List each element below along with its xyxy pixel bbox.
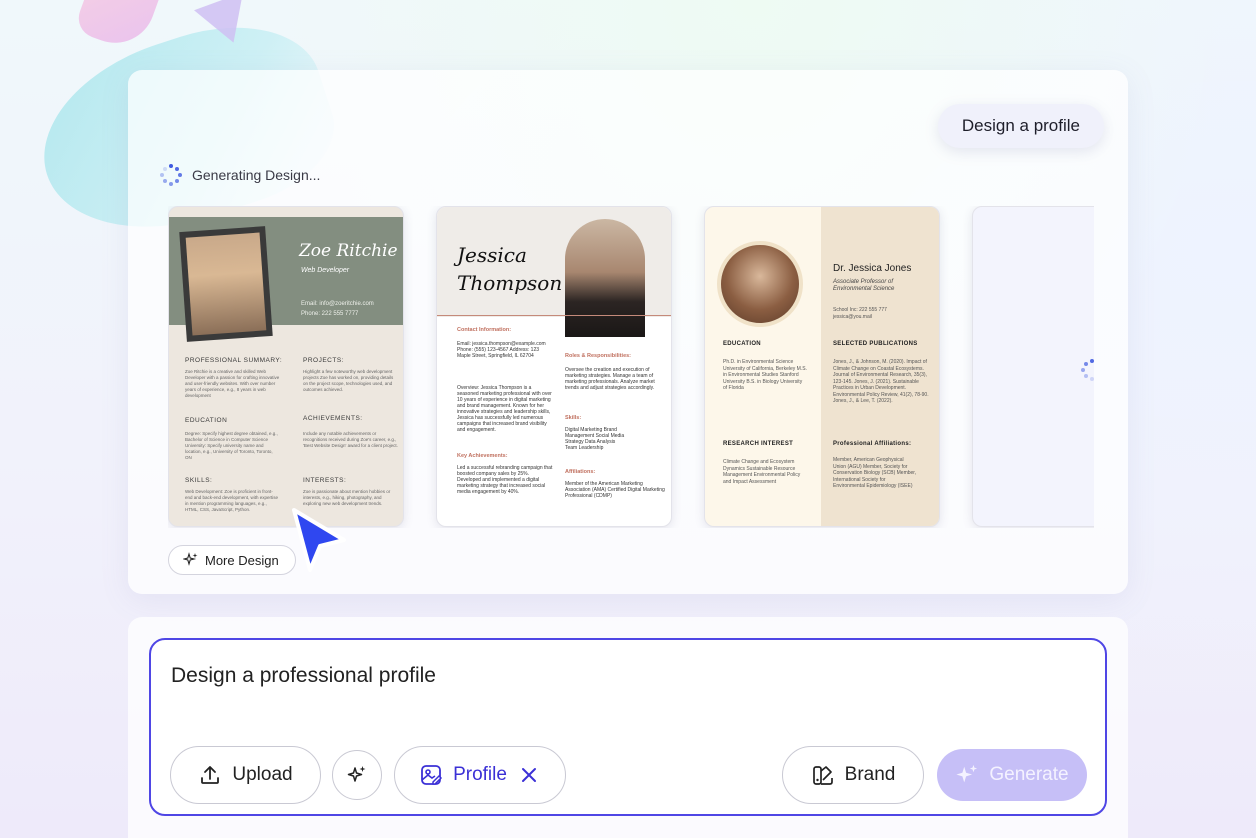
card-contact: Email: info@zoeritchie.com Phone: 222 55… bbox=[301, 301, 374, 317]
profile-photo bbox=[179, 226, 273, 342]
section-text: Web Development: Zoe is proficient in fr… bbox=[185, 489, 279, 512]
brand-button[interactable]: Brand bbox=[782, 746, 924, 804]
section-title: INTERESTS: bbox=[303, 477, 347, 484]
cursor-arrow-icon bbox=[292, 508, 346, 572]
section-text: Climate Change and Ecosystem Dynamics Su… bbox=[723, 459, 801, 485]
upload-icon bbox=[198, 763, 222, 787]
generate-label: Generate bbox=[989, 764, 1069, 785]
magic-enhance-button[interactable] bbox=[332, 750, 382, 800]
profile-tag[interactable]: Profile bbox=[394, 746, 566, 804]
brand-label: Brand bbox=[844, 764, 896, 785]
section-text: Member of the American Marketing Associa… bbox=[565, 481, 665, 499]
section-title: RESEARCH INTEREST bbox=[723, 441, 794, 447]
section-title: Professional Affiliations: bbox=[833, 441, 912, 447]
section-text: Ph.D. in Environmental Science Universit… bbox=[723, 359, 807, 391]
section-text: Jones, J., & Johnson, M. (2020). Impact … bbox=[833, 359, 929, 404]
section-title: Key Achievements: bbox=[457, 453, 508, 459]
upload-button[interactable]: Upload bbox=[170, 746, 321, 804]
spinner-icon bbox=[160, 164, 182, 186]
card-role: Web Developer bbox=[301, 267, 350, 274]
spinner-icon bbox=[1081, 359, 1094, 381]
section-title: Roles & Responsibilities: bbox=[565, 353, 632, 359]
section-title: Skills: bbox=[565, 415, 582, 421]
section-text: Zoe Ritchie is a creative and skilled We… bbox=[185, 369, 280, 398]
section-text: Include any notable achievements or reco… bbox=[303, 431, 398, 448]
more-design-label: More Design bbox=[205, 552, 279, 568]
more-design-button[interactable]: More Design bbox=[168, 545, 296, 575]
section-title: EDUCATION bbox=[723, 341, 761, 347]
section-title: EDUCATION bbox=[185, 417, 228, 424]
card-name: Dr. Jessica Jones bbox=[833, 263, 912, 274]
decorative-pink-shape bbox=[73, 0, 161, 55]
section-text: Led a successful rebranding campaign tha… bbox=[457, 465, 553, 495]
generating-label: Generating Design... bbox=[192, 167, 321, 183]
profile-photo bbox=[565, 219, 645, 337]
card-contact: School Inc: 222 555 777 jessica@you.mail bbox=[833, 307, 887, 320]
design-cards-row: Zoe Ritchie Web Developer Email: info@zo… bbox=[168, 206, 1094, 528]
design-profile-chip[interactable]: Design a profile bbox=[937, 104, 1104, 148]
design-card-zoe-ritchie[interactable]: Zoe Ritchie Web Developer Email: info@zo… bbox=[168, 206, 404, 527]
section-title: ACHIEVEMENTS: bbox=[303, 415, 363, 422]
section-title: SELECTED PUBLICATIONS bbox=[833, 341, 918, 347]
section-title: SKILLS: bbox=[185, 477, 213, 484]
section-text: Overview: Jessica Thompson is a seasoned… bbox=[457, 385, 552, 433]
design-card-loading bbox=[972, 206, 1094, 527]
section-text: Degree: Specify highest degree obtained,… bbox=[185, 431, 278, 460]
design-results-panel: Design a profile Generating Design... Zo… bbox=[128, 70, 1128, 594]
decorative-violet-shape bbox=[194, 0, 258, 52]
sparkle-icon bbox=[955, 763, 979, 787]
profile-label: Profile bbox=[453, 764, 507, 785]
section-title: PROFESSIONAL SUMMARY: bbox=[185, 357, 283, 364]
section-title: Contact Information: bbox=[457, 327, 512, 333]
generate-button[interactable]: Generate bbox=[937, 749, 1087, 801]
upload-label: Upload bbox=[232, 764, 293, 785]
section-text: Digital Marketing Brand Management Socia… bbox=[565, 427, 625, 451]
card-name: Jessica Thompson bbox=[457, 243, 563, 295]
prompt-input[interactable]: Design a professional profile Upload Pro… bbox=[149, 638, 1107, 816]
section-text: Oversee the creation and execution of ma… bbox=[565, 367, 655, 391]
card-name: Zoe Ritchie bbox=[299, 241, 398, 261]
profile-photo bbox=[717, 241, 803, 327]
design-card-jessica-jones[interactable]: Dr. Jessica Jones Associate Professor of… bbox=[704, 206, 940, 527]
section-text: Email: jessica.thompson@example.com Phon… bbox=[457, 341, 546, 359]
prompt-panel: Design a professional profile Upload Pro… bbox=[128, 617, 1128, 838]
section-text: Highlight a few noteworthy web developme… bbox=[303, 369, 394, 392]
section-title: Affiliations: bbox=[565, 469, 596, 475]
sparkle-icon bbox=[183, 552, 199, 568]
brand-icon bbox=[811, 763, 835, 787]
prompt-text[interactable]: Design a professional profile bbox=[171, 664, 436, 688]
section-title: PROJECTS: bbox=[303, 357, 344, 364]
close-icon[interactable] bbox=[517, 763, 541, 787]
magic-wand-icon bbox=[345, 763, 369, 787]
card-title: Associate Professor of Environmental Sci… bbox=[833, 279, 895, 292]
divider bbox=[437, 315, 671, 316]
section-text: Zoe is passionate about mention hobbies … bbox=[303, 489, 391, 506]
generating-status: Generating Design... bbox=[160, 164, 320, 186]
design-card-jessica-thompson[interactable]: Jessica Thompson Contact Information: Em… bbox=[436, 206, 672, 527]
section-text: Member, American Geophysical Union (AGU)… bbox=[833, 457, 917, 489]
image-edit-icon bbox=[419, 763, 443, 787]
